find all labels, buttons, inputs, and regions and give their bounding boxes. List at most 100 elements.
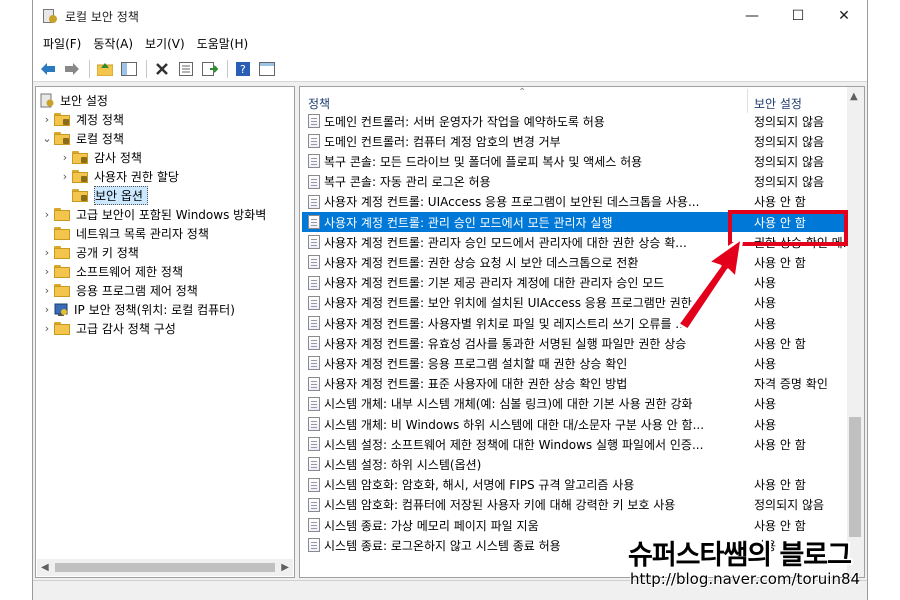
policy-name: 시스템 개체: 비 Windows 하위 시스템에 대한 대/소문자 구분 사용…	[324, 417, 705, 432]
tree-item-ip-security[interactable]: › IP 보안 정책(위치: 로컬 컴퓨터)	[40, 300, 235, 319]
policy-document-icon	[308, 194, 320, 209]
policy-row[interactable]: 사용자 계정 컨트롤: 유효성 검사를 통과한 서명된 실행 파일만 권한 상승…	[302, 333, 848, 353]
policy-row[interactable]: 도메인 컨트롤러: 서버 운영자가 작업을 예약하도록 허용 정의되지 않음	[302, 111, 848, 131]
policy-setting-value: 사용	[754, 296, 777, 311]
show-hide-tree-icon[interactable]	[118, 58, 140, 80]
tree-item-label: 보안 설정	[60, 94, 108, 108]
chevron-right-icon[interactable]: ›	[40, 208, 54, 221]
tree-item-user-rights-assignment[interactable]: › 사용자 권한 할당	[58, 167, 179, 186]
tree-item-label: 보안 옵션	[94, 186, 148, 205]
tree-item-application-control[interactable]: › 응용 프로그램 제어 정책	[40, 281, 198, 300]
chevron-right-icon[interactable]: ›	[40, 284, 54, 297]
delete-icon[interactable]	[151, 58, 173, 80]
policy-row[interactable]: 사용자 계정 컨트롤: 기본 제공 관리자 계정에 대한 관리자 승인 모드 사용	[302, 273, 848, 293]
scroll-right-icon[interactable]: ▶	[281, 562, 289, 573]
policy-row[interactable]: 복구 콘솔: 모든 드라이브 및 폴더에 플로피 복사 및 액세스 허용 정의되지…	[302, 151, 848, 171]
policy-document-icon	[308, 437, 320, 452]
column-divider[interactable]	[747, 89, 748, 113]
tree-item-label: 네트워크 목록 관리자 정책	[76, 227, 209, 241]
column-header-policy[interactable]: 정책	[308, 95, 330, 112]
policy-name: 사용자 계정 컨트롤: 응용 프로그램 설치할 때 권한 상승 확인	[324, 356, 628, 371]
policy-name: 도메인 컨트롤러: 서버 운영자가 작업을 예약하도록 허용	[324, 114, 605, 129]
menu-help[interactable]: 도움말(H)	[191, 33, 255, 55]
policy-document-icon	[308, 497, 320, 512]
policy-document-icon	[308, 336, 320, 351]
tree-item-software-restriction[interactable]: › 소프트웨어 제한 정책	[40, 262, 183, 281]
policy-document-icon	[308, 316, 320, 330]
security-policy-app-icon	[43, 9, 57, 23]
policy-row[interactable]: 사용자 계정 컨트롤: 표준 사용자에 대한 권한 상승 확인 방법 자격 증명 …	[302, 374, 848, 394]
policy-row[interactable]: 시스템 개체: 비 Windows 하위 시스템에 대한 대/소문자 구분 사용…	[302, 414, 848, 434]
policy-document-icon	[308, 518, 320, 532]
policy-setting-value: 사용	[754, 417, 777, 432]
tree-item-account-policies[interactable]: › 계정 정책	[40, 110, 124, 129]
tree-item-security-settings[interactable]: 보안 설정	[40, 91, 108, 110]
ip-security-icon	[54, 302, 68, 317]
scrollbar-thumb[interactable]	[849, 417, 861, 537]
policy-name: 복구 콘솔: 모든 드라이브 및 폴더에 플로피 복사 및 액세스 허용	[324, 154, 643, 169]
chevron-right-icon[interactable]: ›	[40, 322, 54, 335]
tree-item-windows-firewall[interactable]: › 고급 보안이 포함된 Windows 방화벽	[40, 205, 266, 224]
menu-file[interactable]: 파일(F)	[37, 33, 87, 55]
back-arrow-icon[interactable]	[37, 58, 59, 80]
export-list-icon[interactable]	[199, 58, 221, 80]
tree-item-audit-policy[interactable]: › 감사 정책	[58, 148, 142, 167]
sort-ascending-icon: ⌃	[518, 87, 527, 98]
policy-row[interactable]: 시스템 설정: 하위 시스템(옵션)	[302, 454, 848, 474]
tree-item-security-options[interactable]: 보안 옵션	[58, 186, 148, 205]
chevron-down-icon[interactable]: ⌄	[40, 132, 54, 145]
maximize-button[interactable]: ☐	[775, 0, 821, 32]
tree-item-local-policies[interactable]: ⌄ 로컬 정책	[40, 129, 124, 148]
up-folder-icon[interactable]	[94, 58, 116, 80]
policy-row[interactable]: 시스템 개체: 내부 시스템 개체(예: 심볼 링크)에 대한 기본 사용 권한…	[302, 394, 848, 414]
column-header-security-setting[interactable]: 보안 설정	[754, 95, 802, 112]
chevron-right-icon[interactable]: ›	[40, 303, 54, 316]
policy-row[interactable]: 시스템 설정: 소프트웨어 제한 정책에 대한 Windows 실행 파일에서 …	[302, 434, 848, 454]
folder-icon	[54, 322, 70, 335]
tree-item-public-key-policies[interactable]: › 공개 키 정책	[40, 243, 139, 262]
tree-item-label: 감사 정책	[94, 151, 142, 165]
policy-row[interactable]: 도메인 컨트롤러: 컴퓨터 계정 암호의 변경 거부 정의되지 않음	[302, 131, 848, 151]
scroll-left-icon[interactable]: ◀	[41, 562, 49, 573]
policy-row[interactable]: 시스템 암호화: 컴퓨터에 저장된 사용자 키에 대해 강력한 키 보호 사용 정…	[302, 495, 848, 515]
tree-item-advanced-audit[interactable]: › 고급 감사 정책 구성	[40, 319, 176, 338]
tree-item-network-list-manager[interactable]: 네트워크 목록 관리자 정책	[40, 224, 209, 243]
help-icon[interactable]: ?	[232, 58, 254, 80]
properties-icon[interactable]	[175, 58, 197, 80]
chevron-right-icon[interactable]: ›	[40, 246, 54, 259]
scroll-up-icon[interactable]: ▲	[850, 91, 858, 102]
tree-horizontal-scrollbar[interactable]: ◀ ▶	[37, 559, 293, 576]
policy-row[interactable]: 사용자 계정 컨트롤: 권한 상승 요청 시 보안 데스크톱으로 전환 사용 안 …	[302, 252, 848, 272]
toolbar: ?	[33, 56, 867, 82]
navigation-tree: 보안 설정 › 계정 정책 ⌄ 로컬 정책 › 감사 정책 › 사용자 권한 할	[35, 86, 295, 578]
policy-row[interactable]: 사용자 계정 컨트롤: 보안 위치에 설치된 UIAccess 응용 프로그램만…	[302, 293, 848, 313]
list-vertical-scrollbar[interactable]: ▲	[847, 87, 864, 577]
policy-row[interactable]: 시스템 종료: 가상 메모리 페이지 파일 지움 사용 안 함	[302, 515, 848, 535]
chevron-right-icon[interactable]: ›	[58, 170, 72, 183]
menu-action[interactable]: 동작(A)	[87, 33, 139, 55]
policy-row[interactable]: 사용자 계정 컨트롤: 응용 프로그램 설치할 때 권한 상승 확인 사용	[302, 353, 848, 373]
menu-view[interactable]: 보기(V)	[139, 33, 191, 55]
forward-arrow-icon[interactable]	[61, 58, 83, 80]
close-button[interactable]: ✕	[821, 0, 867, 32]
chevron-right-icon[interactable]: ›	[40, 265, 54, 278]
tree-item-label: 고급 감사 정책 구성	[76, 322, 176, 336]
policy-row[interactable]: 사용자 계정 컨트롤: 사용자별 위치로 파일 및 레지스트리 쓰기 오류를 .…	[302, 313, 848, 333]
chevron-right-icon[interactable]: ›	[58, 151, 72, 164]
scrollbar-thumb[interactable]	[54, 563, 276, 572]
svg-text:?: ?	[240, 63, 246, 76]
policy-setting-value: 사용 안 함	[754, 195, 806, 210]
chevron-right-icon[interactable]: ›	[40, 113, 54, 126]
console-view-icon[interactable]	[256, 58, 278, 80]
policy-setting-value: 정의되지 않음	[754, 134, 825, 149]
tree-item-label: 계정 정책	[76, 113, 124, 127]
policy-row[interactable]: 복구 콘솔: 자동 관리 로그온 허용 정의되지 않음	[302, 172, 848, 192]
folder-icon	[54, 227, 70, 240]
minimize-button[interactable]: —	[729, 0, 775, 32]
policy-row[interactable]: 사용자 계정 컨트롤: UIAccess 응용 프로그램이 보안된 데스크톱을 …	[302, 192, 848, 212]
tree-item-label: 사용자 권한 할당	[94, 170, 179, 184]
policy-name: 사용자 계정 컨트롤: 유효성 검사를 통과한 서명된 실행 파일만 권한 상승	[324, 336, 687, 351]
tree-item-label: 공개 키 정책	[76, 246, 139, 260]
policy-document-icon	[308, 114, 320, 128]
policy-row[interactable]: 시스템 암호화: 암호화, 해시, 서명에 FIPS 규격 알고리즘 사용 사용 …	[302, 475, 848, 495]
